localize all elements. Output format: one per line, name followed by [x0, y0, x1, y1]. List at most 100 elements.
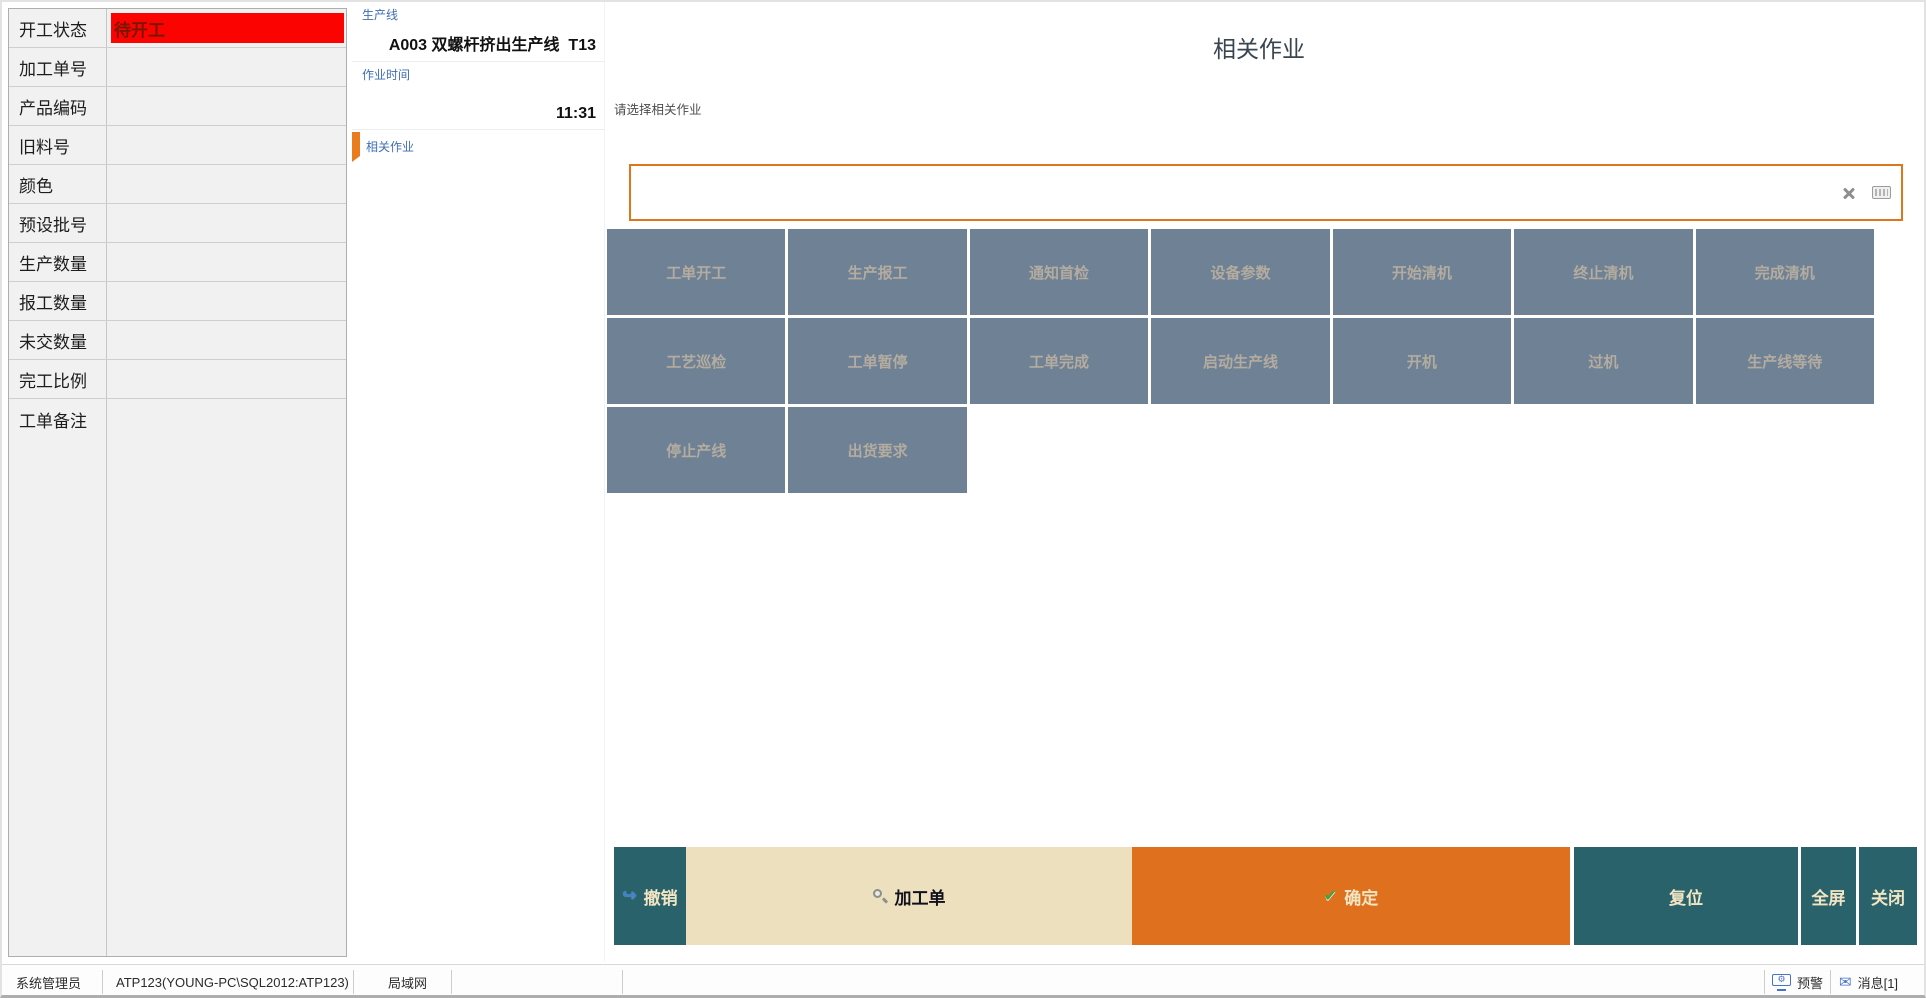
- keyboard-icon[interactable]: [1872, 186, 1891, 199]
- divider: [102, 970, 103, 994]
- field-value: A003 双螺杆挤出生产线 T13: [352, 23, 604, 61]
- field-value: [107, 204, 346, 242]
- confirm-button[interactable]: ✔ 确定: [1132, 847, 1570, 945]
- field-production-line: 生产线 A003 双螺杆挤出生产线 T13: [352, 2, 604, 62]
- fullscreen-button[interactable]: 全屏: [1801, 847, 1856, 945]
- divider: [1764, 970, 1765, 994]
- sidebar-row: 未交数量: [9, 321, 346, 360]
- divider: [622, 970, 623, 994]
- hint-text: 请选择相关作业: [614, 99, 702, 118]
- field-label: 产品编码: [9, 87, 107, 125]
- reset-label: 复位: [1669, 884, 1703, 909]
- work-order-label: 加工单: [895, 884, 946, 909]
- action-button[interactable]: 开机: [1333, 318, 1511, 404]
- action-button[interactable]: 开始清机: [1333, 229, 1511, 315]
- sidebar-row: 报工数量: [9, 282, 346, 321]
- sidebar-row: 开工状态待开工: [9, 9, 346, 48]
- action-button[interactable]: 完成清机: [1696, 229, 1874, 315]
- nav-item-label: 相关作业: [366, 138, 414, 155]
- status-user: 系统管理员: [16, 965, 81, 998]
- message-label: 消息[1]: [1858, 973, 1898, 992]
- page-title: 相关作业: [604, 30, 1914, 64]
- search-input[interactable]: [637, 170, 1811, 215]
- close-button[interactable]: 关闭: [1859, 847, 1917, 945]
- sidebar-row: 颜色: [9, 165, 346, 204]
- panel-divider: [604, 2, 605, 962]
- field-label: 生产数量: [9, 243, 107, 281]
- work-order-button[interactable]: 加工单: [686, 847, 1132, 945]
- undo-label: 撤销: [644, 884, 678, 909]
- sidebar-row: 完工比例: [9, 360, 346, 399]
- action-button[interactable]: 通知首检: [970, 229, 1148, 315]
- reset-button[interactable]: 复位: [1574, 847, 1798, 945]
- action-button[interactable]: 终止清机: [1514, 229, 1692, 315]
- action-button[interactable]: 工单开工: [607, 229, 785, 315]
- field-label: 工单备注: [9, 399, 107, 956]
- field-label: 加工单号: [9, 48, 107, 86]
- sidebar-row: 预设批号: [9, 204, 346, 243]
- info-panel: 生产线 A003 双螺杆挤出生产线 T13 作业时间 11:31 相关作业: [352, 2, 604, 962]
- field-value: [107, 321, 346, 359]
- alert-monitor-icon: ⚙: [1772, 974, 1791, 991]
- field-value: [107, 48, 346, 86]
- field-value: [107, 87, 346, 125]
- field-label: 旧料号: [9, 126, 107, 164]
- field-label: 生产线: [352, 2, 604, 23]
- clear-icon[interactable]: [1841, 185, 1857, 201]
- message-button[interactable]: ✉ 消息[1]: [1839, 965, 1898, 998]
- action-button[interactable]: 停止产线: [607, 407, 785, 493]
- field-value: [107, 282, 346, 320]
- field-label: 作业时间: [352, 62, 604, 83]
- alert-button[interactable]: ⚙ 预警: [1772, 965, 1823, 998]
- search-box: [629, 164, 1903, 221]
- check-icon: ✔: [1324, 886, 1337, 906]
- close-label: 关闭: [1871, 884, 1905, 909]
- divider: [353, 970, 354, 994]
- sidebar-table: 开工状态待开工加工单号产品编码旧料号颜色预设批号生产数量报工数量未交数量完工比例…: [8, 8, 347, 957]
- status-bar: 系统管理员 ATP123(YOUNG-PC\SQL2012:ATP123) 局域…: [2, 964, 1924, 998]
- sidebar-row: 旧料号: [9, 126, 346, 165]
- fullscreen-label: 全屏: [1812, 884, 1846, 909]
- action-button[interactable]: 生产报工: [788, 229, 966, 315]
- field-label: 颜色: [9, 165, 107, 203]
- field-label: 报工数量: [9, 282, 107, 320]
- status-badge: 待开工: [111, 13, 344, 43]
- sidebar-row: 加工单号: [9, 48, 346, 87]
- field-value: [107, 360, 346, 398]
- app-window: 开工状态待开工加工单号产品编码旧料号颜色预设批号生产数量报工数量未交数量完工比例…: [0, 0, 1926, 998]
- field-label: 完工比例: [9, 360, 107, 398]
- undo-icon: ↪: [622, 886, 636, 906]
- field-value: [107, 165, 346, 203]
- divider: [451, 970, 452, 994]
- sidebar-row: 产品编码: [9, 87, 346, 126]
- sidebar-row: 生产数量: [9, 243, 346, 282]
- action-button[interactable]: 启动生产线: [1151, 318, 1329, 404]
- field-value: [107, 126, 346, 164]
- action-grid: 工单开工生产报工通知首检设备参数开始清机终止清机完成清机工艺巡检工单暂停工单完成…: [607, 229, 1874, 493]
- field-label: 预设批号: [9, 204, 107, 242]
- action-button[interactable]: 过机: [1514, 318, 1692, 404]
- field-label: 未交数量: [9, 321, 107, 359]
- sidebar-row: 工单备注: [9, 399, 346, 956]
- envelope-icon: ✉: [1839, 975, 1852, 990]
- nav-item-related-jobs[interactable]: 相关作业: [352, 130, 604, 163]
- action-button[interactable]: 出货要求: [788, 407, 966, 493]
- alert-label: 预警: [1797, 973, 1823, 992]
- field-work-time: 作业时间 11:31: [352, 62, 604, 130]
- status-database: ATP123(YOUNG-PC\SQL2012:ATP123): [116, 965, 349, 998]
- selected-marker-icon: [352, 132, 360, 156]
- action-button[interactable]: 设备参数: [1151, 229, 1329, 315]
- action-button[interactable]: 工单完成: [970, 318, 1148, 404]
- undo-button[interactable]: ↪ 撤销: [614, 847, 686, 945]
- field-label: 开工状态: [9, 9, 107, 47]
- field-value: [107, 399, 346, 956]
- field-value: 11:31: [352, 83, 604, 129]
- action-button[interactable]: 生产线等待: [1696, 318, 1874, 404]
- field-value: 待开工: [107, 9, 346, 47]
- magnifier-icon: [873, 889, 888, 904]
- confirm-label: 确定: [1344, 884, 1378, 909]
- divider: [1830, 970, 1831, 994]
- action-button[interactable]: 工艺巡检: [607, 318, 785, 404]
- action-button[interactable]: 工单暂停: [788, 318, 966, 404]
- field-value: [107, 243, 346, 281]
